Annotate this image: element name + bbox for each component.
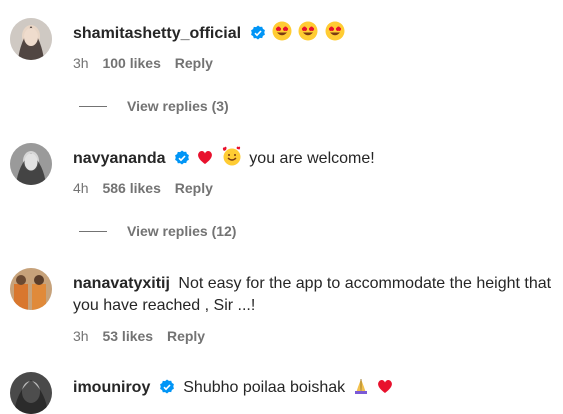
likes-count[interactable]: 53 likes — [102, 328, 153, 344]
heart-eyes-emoji — [325, 21, 345, 48]
reply-button[interactable]: Reply — [175, 180, 213, 196]
comment-time: 3h — [73, 328, 89, 344]
comment-text: you are welcome! — [249, 150, 375, 167]
divider-line — [79, 230, 107, 232]
red-heart-emoji — [376, 377, 394, 402]
avatar[interactable] — [10, 18, 52, 60]
divider-line — [79, 105, 107, 107]
view-replies-label: View replies (3) — [127, 98, 229, 114]
reply-button[interactable]: Reply — [167, 328, 205, 344]
avatar[interactable] — [10, 143, 52, 185]
comment-time: 4h — [73, 180, 89, 196]
view-replies-label: View replies (12) — [127, 223, 237, 239]
view-replies-button[interactable]: View replies (3) — [79, 98, 229, 114]
comment-time: 3h — [73, 55, 89, 71]
username[interactable]: navyananda — [73, 150, 165, 167]
smiling-face-with-hearts-emoji — [221, 146, 241, 173]
view-replies-button[interactable]: View replies (12) — [79, 223, 236, 239]
username[interactable]: nanavatyxitij — [73, 275, 170, 292]
reply-button[interactable]: Reply — [175, 55, 213, 71]
likes-count[interactable]: 100 likes — [102, 55, 160, 71]
comment-text: Shubho poilaa boishak — [183, 379, 346, 396]
heart-eyes-emoji — [298, 21, 318, 48]
heart-eyes-emoji — [272, 21, 292, 48]
avatar[interactable] — [10, 268, 52, 310]
likes-count[interactable]: 586 likes — [102, 180, 160, 196]
username[interactable]: shamitashetty_official — [73, 25, 241, 42]
verified-badge-icon — [159, 379, 175, 402]
verified-badge-icon — [174, 150, 190, 173]
verified-badge-icon — [250, 25, 266, 48]
username[interactable]: imouniroy — [73, 379, 150, 396]
folded-hands-emoji — [352, 377, 370, 402]
red-heart-emoji — [196, 148, 214, 173]
